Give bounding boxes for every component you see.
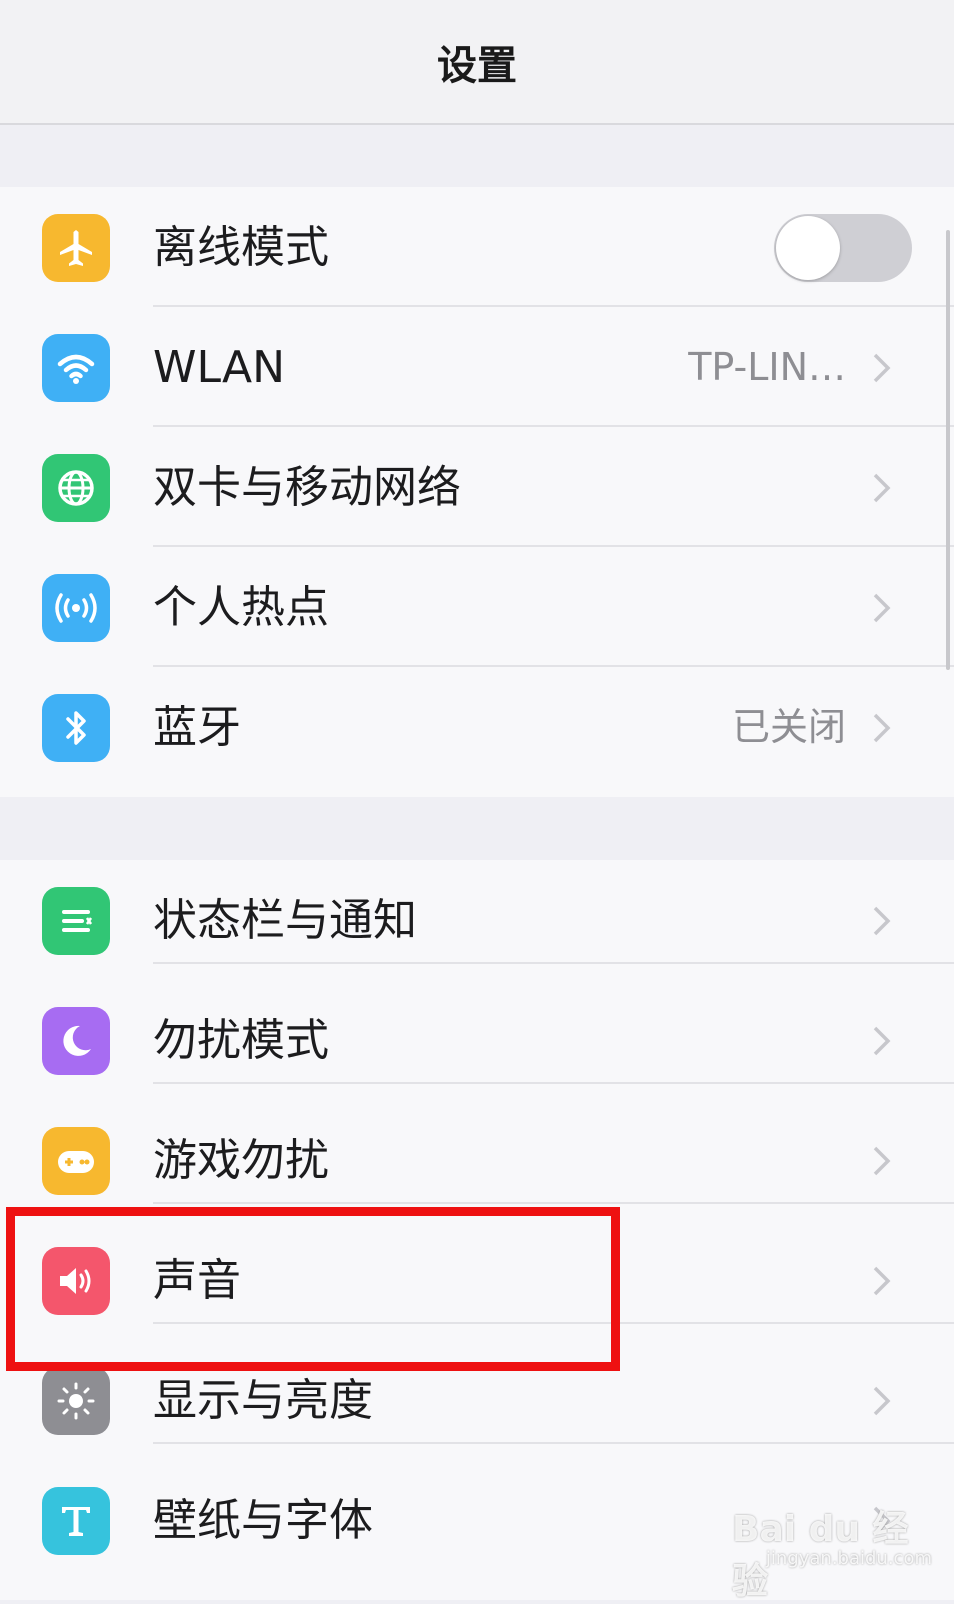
watermark-url: jingyan.baidu.com (765, 1548, 932, 1569)
scrollbar[interactable] (946, 230, 950, 670)
airplane-mode-label: 离线模式 (153, 222, 329, 273)
notification-list-icon (42, 887, 110, 955)
network-settings-group: 离线模式 WLAN TP-LIN… 双卡与移动网络 个人热点 蓝牙 已关闭 (0, 187, 954, 797)
chevron-right-icon (873, 593, 891, 623)
font-t-icon (42, 1487, 110, 1555)
divider (153, 1202, 954, 1204)
chevron-right-icon (873, 353, 891, 383)
divider (153, 1082, 954, 1084)
sun-icon (42, 1367, 110, 1435)
chevron-right-icon (873, 1026, 891, 1056)
page-title: 设置 (437, 42, 517, 89)
wifi-icon (42, 334, 110, 402)
chevron-right-icon (873, 1146, 891, 1176)
wlan-network-name: TP-LIN… (688, 345, 846, 389)
moon-icon (42, 1007, 110, 1075)
chevron-right-icon (873, 1266, 891, 1296)
gamepad-icon (42, 1127, 110, 1195)
bluetooth-status: 已关闭 (731, 705, 846, 749)
airplane-icon (42, 214, 110, 282)
divider (153, 1442, 954, 1444)
toggle-knob (776, 216, 840, 280)
mobile-network-label: 双卡与移动网络 (153, 462, 461, 513)
bluetooth-row[interactable]: 蓝牙 已关闭 (0, 667, 954, 788)
bluetooth-icon (42, 694, 110, 762)
wlan-row[interactable]: WLAN TP-LIN… (0, 307, 954, 428)
bluetooth-label: 蓝牙 (153, 702, 241, 753)
airplane-mode-toggle[interactable] (774, 214, 912, 282)
chevron-right-icon (873, 906, 891, 936)
wlan-label: WLAN (153, 342, 286, 393)
wallpaper-font-label: 壁纸与字体 (153, 1495, 373, 1546)
hotspot-label: 个人热点 (153, 582, 329, 633)
chevron-right-icon (873, 713, 891, 743)
hotspot-row[interactable]: 个人热点 (0, 547, 954, 668)
hotspot-icon (42, 574, 110, 642)
divider (153, 962, 954, 964)
nav-bar: 设置 (0, 0, 954, 125)
baidu-jingyan-watermark: Bai du 经验 jingyan.baidu.com (732, 1500, 932, 1602)
highlight-annotation-box (6, 1207, 620, 1371)
airplane-mode-row[interactable]: 离线模式 (0, 187, 954, 308)
globe-icon (42, 454, 110, 522)
chevron-right-icon (873, 473, 891, 503)
chevron-right-icon (873, 1386, 891, 1416)
mobile-network-row[interactable]: 双卡与移动网络 (0, 427, 954, 548)
